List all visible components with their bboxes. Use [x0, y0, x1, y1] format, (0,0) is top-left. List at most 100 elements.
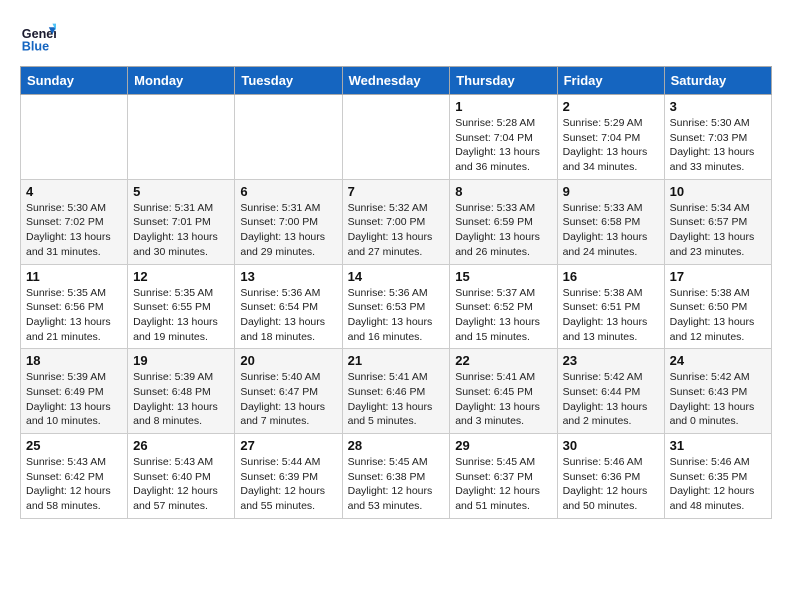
- day-info: Sunrise: 5:36 AM Sunset: 6:53 PM Dayligh…: [348, 286, 445, 345]
- calendar-cell: 6 Sunrise: 5:31 AM Sunset: 7:00 PM Daylig…: [235, 179, 342, 264]
- calendar-cell: 10 Sunrise: 5:34 AM Sunset: 6:57 PM Dayli…: [664, 179, 771, 264]
- day-number: 28: [348, 438, 445, 453]
- day-number: 2: [563, 99, 659, 114]
- day-number: 17: [670, 269, 766, 284]
- day-info: Sunrise: 5:33 AM Sunset: 6:58 PM Dayligh…: [563, 201, 659, 260]
- day-number: 24: [670, 353, 766, 368]
- day-info: Sunrise: 5:33 AM Sunset: 6:59 PM Dayligh…: [455, 201, 551, 260]
- calendar-cell: 3 Sunrise: 5:30 AM Sunset: 7:03 PM Daylig…: [664, 95, 771, 180]
- day-number: 13: [240, 269, 336, 284]
- day-info: Sunrise: 5:28 AM Sunset: 7:04 PM Dayligh…: [455, 116, 551, 175]
- calendar-week-row: 11 Sunrise: 5:35 AM Sunset: 6:56 PM Dayli…: [21, 264, 772, 349]
- day-info: Sunrise: 5:43 AM Sunset: 6:42 PM Dayligh…: [26, 455, 122, 514]
- day-info: Sunrise: 5:30 AM Sunset: 7:03 PM Dayligh…: [670, 116, 766, 175]
- day-number: 4: [26, 184, 122, 199]
- day-number: 15: [455, 269, 551, 284]
- calendar-cell: 11 Sunrise: 5:35 AM Sunset: 6:56 PM Dayli…: [21, 264, 128, 349]
- calendar-cell: 9 Sunrise: 5:33 AM Sunset: 6:58 PM Daylig…: [557, 179, 664, 264]
- calendar-cell: 7 Sunrise: 5:32 AM Sunset: 7:00 PM Daylig…: [342, 179, 450, 264]
- day-number: 9: [563, 184, 659, 199]
- day-number: 7: [348, 184, 445, 199]
- calendar-week-row: 1Sunrise: 5:28 AM Sunset: 7:04 PM Daylig…: [21, 95, 772, 180]
- calendar-cell: 25 Sunrise: 5:43 AM Sunset: 6:42 PM Dayli…: [21, 434, 128, 519]
- day-number: 31: [670, 438, 766, 453]
- day-info: Sunrise: 5:44 AM Sunset: 6:39 PM Dayligh…: [240, 455, 336, 514]
- weekday-header-wednesday: Wednesday: [342, 67, 450, 95]
- calendar-cell: 21 Sunrise: 5:41 AM Sunset: 6:46 PM Dayli…: [342, 349, 450, 434]
- page-header: General Blue: [20, 20, 772, 56]
- calendar-cell: [21, 95, 128, 180]
- day-number: 21: [348, 353, 445, 368]
- calendar-cell: [128, 95, 235, 180]
- calendar-cell: 26 Sunrise: 5:43 AM Sunset: 6:40 PM Dayli…: [128, 434, 235, 519]
- day-number: 6: [240, 184, 336, 199]
- day-number: 22: [455, 353, 551, 368]
- day-info: Sunrise: 5:35 AM Sunset: 6:55 PM Dayligh…: [133, 286, 229, 345]
- calendar-cell: 1Sunrise: 5:28 AM Sunset: 7:04 PM Daylig…: [450, 95, 557, 180]
- weekday-header-tuesday: Tuesday: [235, 67, 342, 95]
- day-info: Sunrise: 5:46 AM Sunset: 6:35 PM Dayligh…: [670, 455, 766, 514]
- calendar-cell: 30Sunrise: 5:46 AM Sunset: 6:36 PM Dayli…: [557, 434, 664, 519]
- calendar-cell: 13 Sunrise: 5:36 AM Sunset: 6:54 PM Dayli…: [235, 264, 342, 349]
- day-info: Sunrise: 5:43 AM Sunset: 6:40 PM Dayligh…: [133, 455, 229, 514]
- day-info: Sunrise: 5:32 AM Sunset: 7:00 PM Dayligh…: [348, 201, 445, 260]
- day-number: 19: [133, 353, 229, 368]
- calendar-cell: [342, 95, 450, 180]
- calendar-cell: 16Sunrise: 5:38 AM Sunset: 6:51 PM Dayli…: [557, 264, 664, 349]
- day-info: Sunrise: 5:42 AM Sunset: 6:43 PM Dayligh…: [670, 370, 766, 429]
- day-number: 25: [26, 438, 122, 453]
- day-info: Sunrise: 5:35 AM Sunset: 6:56 PM Dayligh…: [26, 286, 122, 345]
- day-number: 11: [26, 269, 122, 284]
- day-info: Sunrise: 5:46 AM Sunset: 6:36 PM Dayligh…: [563, 455, 659, 514]
- weekday-header-thursday: Thursday: [450, 67, 557, 95]
- day-info: Sunrise: 5:38 AM Sunset: 6:50 PM Dayligh…: [670, 286, 766, 345]
- day-number: 10: [670, 184, 766, 199]
- calendar-cell: 12 Sunrise: 5:35 AM Sunset: 6:55 PM Dayli…: [128, 264, 235, 349]
- calendar-cell: 2 Sunrise: 5:29 AM Sunset: 7:04 PM Daylig…: [557, 95, 664, 180]
- calendar-cell: 5Sunrise: 5:31 AM Sunset: 7:01 PM Daylig…: [128, 179, 235, 264]
- calendar-cell: 19 Sunrise: 5:39 AM Sunset: 6:48 PM Dayli…: [128, 349, 235, 434]
- day-info: Sunrise: 5:29 AM Sunset: 7:04 PM Dayligh…: [563, 116, 659, 175]
- day-info: Sunrise: 5:31 AM Sunset: 7:00 PM Dayligh…: [240, 201, 336, 260]
- day-info: Sunrise: 5:38 AM Sunset: 6:51 PM Dayligh…: [563, 286, 659, 345]
- day-info: Sunrise: 5:40 AM Sunset: 6:47 PM Dayligh…: [240, 370, 336, 429]
- calendar-cell: 29 Sunrise: 5:45 AM Sunset: 6:37 PM Dayli…: [450, 434, 557, 519]
- day-number: 12: [133, 269, 229, 284]
- calendar-cell: 27 Sunrise: 5:44 AM Sunset: 6:39 PM Dayli…: [235, 434, 342, 519]
- logo: General Blue: [20, 20, 60, 56]
- day-info: Sunrise: 5:37 AM Sunset: 6:52 PM Dayligh…: [455, 286, 551, 345]
- day-number: 5: [133, 184, 229, 199]
- day-number: 18: [26, 353, 122, 368]
- calendar-cell: 15 Sunrise: 5:37 AM Sunset: 6:52 PM Dayli…: [450, 264, 557, 349]
- calendar-cell: 8 Sunrise: 5:33 AM Sunset: 6:59 PM Daylig…: [450, 179, 557, 264]
- day-number: 20: [240, 353, 336, 368]
- calendar-cell: 20 Sunrise: 5:40 AM Sunset: 6:47 PM Dayli…: [235, 349, 342, 434]
- day-number: 29: [455, 438, 551, 453]
- weekday-header-friday: Friday: [557, 67, 664, 95]
- weekday-header-sunday: Sunday: [21, 67, 128, 95]
- calendar-cell: 28Sunrise: 5:45 AM Sunset: 6:38 PM Dayli…: [342, 434, 450, 519]
- calendar-cell: [235, 95, 342, 180]
- calendar-week-row: 4 Sunrise: 5:30 AM Sunset: 7:02 PM Daylig…: [21, 179, 772, 264]
- day-number: 27: [240, 438, 336, 453]
- logo-icon: General Blue: [20, 20, 56, 56]
- day-number: 23: [563, 353, 659, 368]
- day-number: 26: [133, 438, 229, 453]
- calendar-cell: 23 Sunrise: 5:42 AM Sunset: 6:44 PM Dayli…: [557, 349, 664, 434]
- day-info: Sunrise: 5:42 AM Sunset: 6:44 PM Dayligh…: [563, 370, 659, 429]
- calendar-cell: 24 Sunrise: 5:42 AM Sunset: 6:43 PM Dayli…: [664, 349, 771, 434]
- calendar-cell: 14 Sunrise: 5:36 AM Sunset: 6:53 PM Dayli…: [342, 264, 450, 349]
- weekday-header-saturday: Saturday: [664, 67, 771, 95]
- day-number: 8: [455, 184, 551, 199]
- day-info: Sunrise: 5:39 AM Sunset: 6:48 PM Dayligh…: [133, 370, 229, 429]
- calendar-cell: 18Sunrise: 5:39 AM Sunset: 6:49 PM Dayli…: [21, 349, 128, 434]
- day-number: 3: [670, 99, 766, 114]
- day-info: Sunrise: 5:45 AM Sunset: 6:37 PM Dayligh…: [455, 455, 551, 514]
- day-info: Sunrise: 5:36 AM Sunset: 6:54 PM Dayligh…: [240, 286, 336, 345]
- day-info: Sunrise: 5:41 AM Sunset: 6:46 PM Dayligh…: [348, 370, 445, 429]
- day-number: 14: [348, 269, 445, 284]
- weekday-header-row: SundayMondayTuesdayWednesdayThursdayFrid…: [21, 67, 772, 95]
- day-info: Sunrise: 5:30 AM Sunset: 7:02 PM Dayligh…: [26, 201, 122, 260]
- calendar-week-row: 25 Sunrise: 5:43 AM Sunset: 6:42 PM Dayli…: [21, 434, 772, 519]
- day-info: Sunrise: 5:34 AM Sunset: 6:57 PM Dayligh…: [670, 201, 766, 260]
